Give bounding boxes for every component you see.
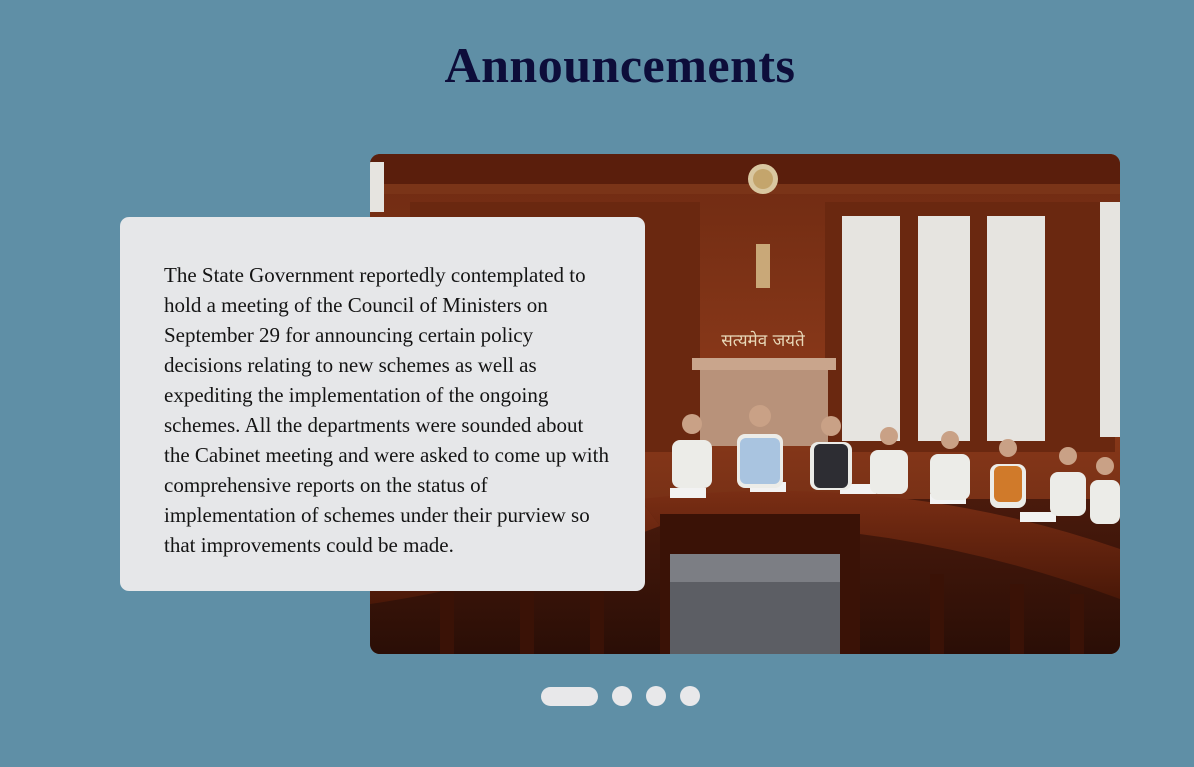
slide-dot-1[interactable] [541,686,598,706]
page-title: Announcements [444,37,796,93]
announcement-text: The State Government reportedly contempl… [164,263,609,557]
slide-dot-3[interactable] [646,686,666,706]
slider-pagination [541,686,700,706]
slide-dot-2[interactable] [612,686,632,706]
slide-dot-4[interactable] [680,686,700,706]
announcement-card: The State Government reportedly contempl… [120,217,645,591]
emblem-inscription: सत्यमेव जयते [721,330,805,351]
